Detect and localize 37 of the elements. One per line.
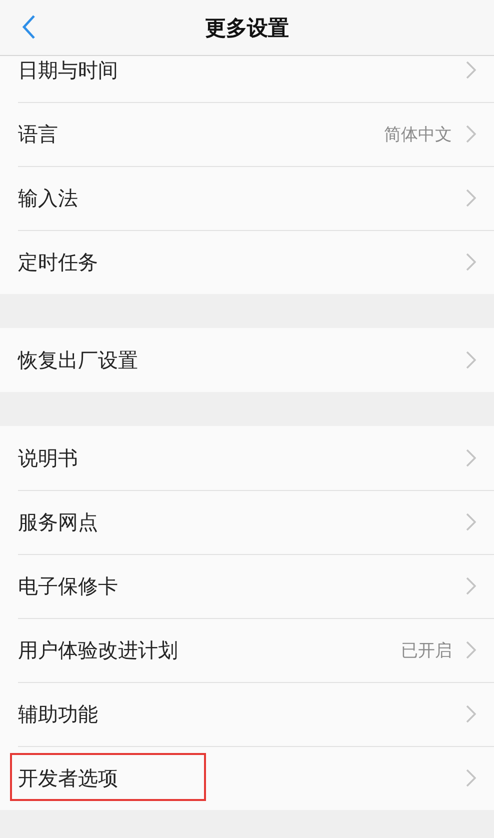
settings-item[interactable]: 恢复出厂设置 [0,328,494,392]
settings-item[interactable]: 说明书 [0,426,494,490]
settings-item[interactable]: 电子保修卡 [0,554,494,618]
settings-item[interactable]: 定时任务 [0,230,494,294]
settings-item[interactable]: 日期与时间 [0,56,494,102]
chevron-icon [466,351,476,369]
item-label: 开发者选项 [18,764,118,792]
item-label: 定时任务 [18,248,98,276]
chevron-icon [466,189,476,207]
item-label: 辅助功能 [18,700,98,728]
chevron-icon [466,769,476,787]
chevron-icon [466,253,476,271]
chevron-icon [466,125,476,143]
item-label: 日期与时间 [18,56,118,84]
item-label: 输入法 [18,184,78,212]
chevron-icon [466,61,476,79]
item-label: 电子保修卡 [18,572,118,600]
settings-item[interactable]: 语言 简体中文 [0,102,494,166]
settings-item[interactable]: 用户体验改进计划 已开启 [0,618,494,682]
item-value: 已开启 [401,640,452,662]
item-label: 服务网点 [18,508,98,536]
chevron-icon [466,705,476,723]
item-label: 恢复出厂设置 [18,346,138,374]
chevron-icon [466,513,476,531]
item-label: 语言 [18,120,58,148]
settings-item[interactable]: 辅助功能 [0,682,494,746]
chevron-icon [466,449,476,467]
chevron-icon [466,641,476,659]
screen-title: 更多设置 [205,14,289,42]
item-label: 用户体验改进计划 [18,636,178,664]
settings-item[interactable]: 开发者选项 [0,746,494,810]
chevron-icon [466,577,476,595]
item-value: 简体中文 [384,124,452,146]
item-label: 说明书 [18,444,78,472]
back-icon[interactable] [22,14,36,40]
settings-item[interactable]: 输入法 [0,166,494,230]
settings-item[interactable]: 服务网点 [0,490,494,554]
